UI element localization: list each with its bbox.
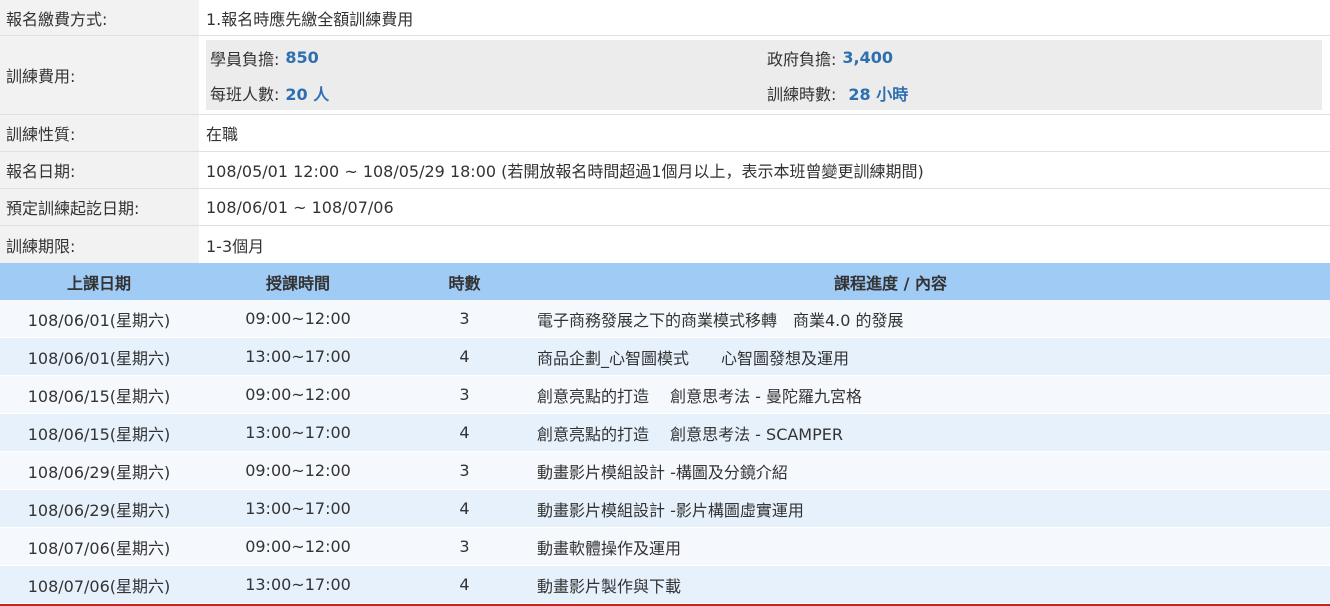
cell-hours: 3	[459, 309, 470, 328]
cell-time: 09:00~12:00	[245, 461, 351, 480]
payment-method-label: 報名繳費方式:	[0, 0, 199, 35]
cell-date: 108/07/06(星期六)	[27, 538, 171, 558]
cell-time: 13:00~17:00	[245, 347, 351, 366]
schedule-table: 上課日期 授課時間 時數 課程進度 / 內容 108/06/01(星期六) 09…	[0, 263, 1330, 604]
info-row-fee: 訓練費用: 學員負擔: 850 政府負擔: 3,400 每班人數: 20 人 訓…	[0, 36, 1330, 115]
student-fee-label: 學員負擔:	[210, 49, 280, 69]
header-date: 上課日期	[66, 273, 131, 293]
student-fee-value: 850	[285, 48, 319, 67]
cell-content: 商品企劃_心智圖模式 心智圖發想及運用	[537, 348, 850, 368]
class-size-label: 每班人數:	[210, 84, 280, 104]
fee-box: 學員負擔: 850 政府負擔: 3,400 每班人數: 20 人 訓練時數: 2…	[206, 40, 1322, 110]
cell-date: 108/06/29(星期六)	[27, 462, 171, 482]
table-row: 108/06/29(星期六) 09:00~12:00 3 動畫影片模組設計 -構…	[0, 452, 1330, 490]
cell-hours: 3	[459, 537, 470, 556]
header-hours: 時數	[448, 273, 481, 293]
table-row: 108/06/15(星期六) 09:00~12:00 3 創意亮點的打造 創意思…	[0, 376, 1330, 414]
course-info-table: 報名繳費方式: 1.報名時應先繳全額訓練費用 訓練費用: 學員負擔: 850 政…	[0, 0, 1330, 263]
table-row: 108/07/06(星期六) 13:00~17:00 4 動畫影片製作與下載	[0, 566, 1330, 604]
cell-time: 13:00~17:00	[245, 499, 351, 518]
cell-date: 108/06/29(星期六)	[27, 500, 171, 520]
training-hours: 訓練時數: 28 小時	[767, 75, 908, 110]
cell-hours: 3	[459, 385, 470, 404]
cell-content: 創意亮點的打造 創意思考法 - SCAMPER	[537, 424, 843, 444]
info-row-payment: 報名繳費方式: 1.報名時應先繳全額訓練費用	[0, 0, 1330, 36]
info-row-duration: 訓練期限: 1-3個月	[0, 226, 1330, 263]
cell-hours: 4	[459, 423, 470, 442]
info-row-type: 訓練性質: 在職	[0, 115, 1330, 152]
table-row: 108/06/01(星期六) 09:00~12:00 3 電子商務發展之下的商業…	[0, 300, 1330, 338]
cell-time: 09:00~12:00	[245, 309, 351, 328]
training-type-value: 在職	[206, 125, 239, 144]
training-fee-cell: 學員負擔: 850 政府負擔: 3,400 每班人數: 20 人 訓練時數: 2…	[199, 36, 1330, 114]
training-period-label: 預定訓練起訖日期:	[0, 189, 199, 225]
cell-content: 動畫軟體操作及運用	[537, 538, 682, 558]
registration-date-value: 108/05/01 12:00 ~ 108/05/29 18:00 (若開放報名…	[206, 162, 924, 181]
cell-time: 09:00~12:00	[245, 537, 351, 556]
cell-content: 創意亮點的打造 創意思考法 - 曼陀羅九宮格	[537, 386, 863, 406]
cell-time: 13:00~17:00	[245, 423, 351, 442]
cell-content: 動畫影片製作與下載	[537, 576, 682, 596]
info-row-registration: 報名日期: 108/05/01 12:00 ~ 108/05/29 18:00 …	[0, 152, 1330, 189]
cell-hours: 3	[459, 461, 470, 480]
class-size-value: 20 人	[285, 84, 330, 104]
table-row: 108/07/06(星期六) 09:00~12:00 3 動畫軟體操作及運用	[0, 528, 1330, 566]
info-row-period: 預定訓練起訖日期: 108/06/01 ~ 108/07/06	[0, 189, 1330, 226]
training-duration-label: 訓練期限:	[0, 226, 199, 263]
table-row: 108/06/29(星期六) 13:00~17:00 4 動畫影片模組設計 -影…	[0, 490, 1330, 528]
cell-time: 13:00~17:00	[245, 575, 351, 594]
cell-date: 108/06/15(星期六)	[27, 424, 171, 444]
government-fee-value: 3,400	[842, 48, 894, 67]
header-content: 課程進度 / 內容	[834, 273, 947, 293]
cell-content: 電子商務發展之下的商業模式移轉 商業4.0 的發展	[537, 310, 904, 330]
table-row: 108/06/01(星期六) 13:00~17:00 4 商品企劃_心智圖模式 …	[0, 338, 1330, 376]
registration-date-label: 報名日期:	[0, 152, 199, 188]
header-time: 授課時間	[265, 273, 330, 293]
payment-method-value: 1.報名時應先繳全額訓練費用	[206, 9, 414, 29]
cell-date: 108/06/01(星期六)	[27, 310, 171, 330]
cell-content: 動畫影片模組設計 -影片構圖虛實運用	[537, 500, 804, 520]
government-fee-label: 政府負擔:	[767, 49, 837, 69]
cell-time: 09:00~12:00	[245, 385, 351, 404]
training-duration-value: 1-3個月	[206, 236, 265, 256]
cell-date: 108/06/01(星期六)	[27, 348, 171, 368]
student-fee: 學員負擔: 850	[210, 40, 319, 75]
cell-hours: 4	[459, 499, 470, 518]
cell-date: 108/07/06(星期六)	[27, 576, 171, 596]
training-fee-label: 訓練費用:	[0, 36, 199, 114]
training-period-value: 108/06/01 ~ 108/07/06	[206, 197, 394, 217]
cell-hours: 4	[459, 575, 470, 594]
cell-date: 108/06/15(星期六)	[27, 386, 171, 406]
schedule-header-row: 上課日期 授課時間 時數 課程進度 / 內容	[0, 263, 1330, 300]
training-type-label: 訓練性質:	[0, 115, 199, 151]
cell-hours: 4	[459, 347, 470, 366]
government-fee: 政府負擔: 3,400	[767, 40, 893, 75]
table-row: 108/06/15(星期六) 13:00~17:00 4 創意亮點的打造 創意思…	[0, 414, 1330, 452]
class-size: 每班人數: 20 人	[210, 75, 329, 110]
cell-content: 動畫影片模組設計 -構圖及分鏡介紹	[537, 462, 788, 482]
training-hours-value: 28 小時	[848, 84, 909, 104]
training-hours-label: 訓練時數:	[767, 84, 837, 104]
